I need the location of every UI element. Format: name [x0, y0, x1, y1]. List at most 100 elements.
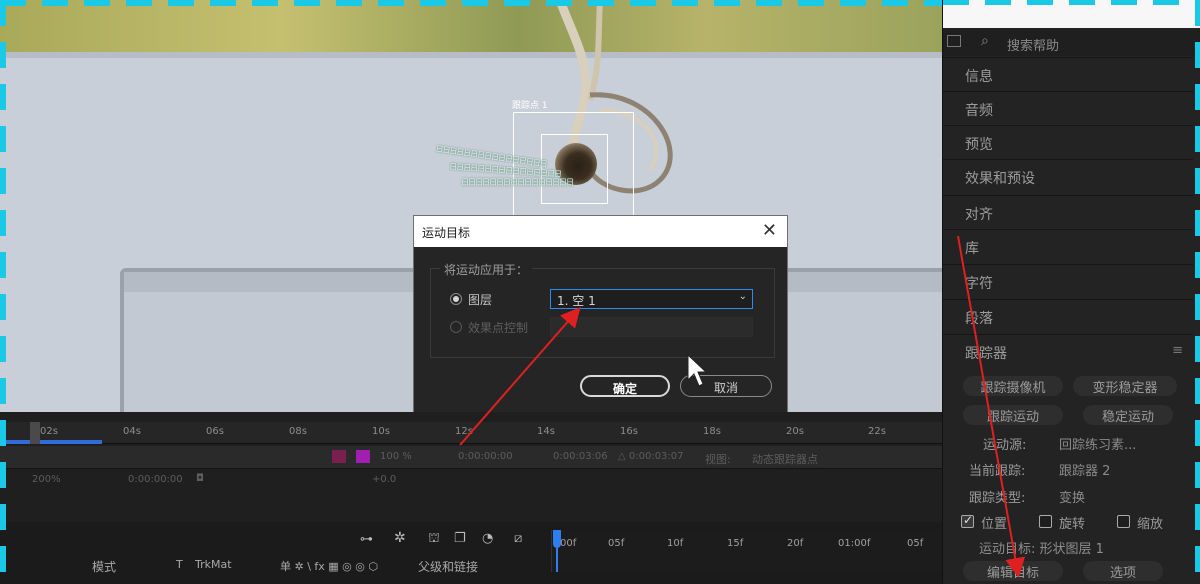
panel-paragraph[interactable]: 段落 [943, 299, 1193, 332]
panel-preview[interactable]: 预览 [943, 125, 1193, 158]
composition-flowchart-icon[interactable]: ⊶ [360, 532, 373, 547]
effect-point-option-label: 效果点控制 [468, 321, 529, 335]
ruler-tick: 16s [620, 426, 638, 437]
tracker-title: 跟踪器 [965, 346, 1007, 362]
track-type-value[interactable]: 变换 [1059, 487, 1085, 506]
tracker-label: 跟踪点 1 [512, 101, 548, 111]
cancel-button[interactable]: 取消 [680, 375, 772, 397]
layer-option-label: 图层 [468, 293, 493, 307]
frame-ruler[interactable] [551, 530, 942, 572]
view-select[interactable]: 动态跟踪器点 [752, 451, 818, 467]
options-button[interactable]: 选项 [1083, 561, 1163, 581]
rotation-checkbox[interactable] [1039, 515, 1052, 528]
playhead-marker[interactable] [30, 422, 40, 444]
zoom-select[interactable]: 200% [32, 474, 61, 485]
warp-stabilizer-button[interactable]: 变形稳定器 [1073, 376, 1177, 396]
end-time[interactable]: 0:00:03:06 [553, 451, 608, 462]
search-icon: ⌕ [981, 33, 989, 49]
position-checkbox[interactable] [961, 513, 974, 528]
timeline-panel: 02s 04s 06s 08s 10s 12s 14s 16s 18s 20s … [0, 412, 942, 584]
column-parent: 父级和链接 [418, 560, 479, 574]
edit-target-button[interactable]: 编辑目标 [963, 561, 1063, 581]
chevron-down-icon: ⌄ [738, 291, 747, 302]
current-track-value[interactable]: 跟踪器 2 [1059, 460, 1110, 479]
exposure-value[interactable]: +0.0 [372, 474, 396, 485]
dashed-frame-right [1195, 0, 1200, 584]
column-trkmat: TrkMat [195, 558, 232, 571]
panel-character[interactable]: 字符 [943, 264, 1193, 297]
column-switches: 单 ✲ \ fx ▦ ◎ ◎ ⬡ [280, 560, 378, 573]
color-swatch[interactable] [332, 450, 346, 463]
panel-effects-presets[interactable]: 效果和预设 [943, 159, 1193, 192]
close-icon[interactable]: ✕ [762, 220, 777, 241]
dialog-titlebar: 运动目标 ✕ [414, 216, 787, 247]
layer-select[interactable]: 1. 空 1 ⌄ [550, 289, 753, 309]
frame-tick: 05f [608, 538, 625, 549]
ruler-tick: 10s [372, 426, 390, 437]
draft-3d-icon[interactable]: ✲ [394, 530, 406, 546]
scale-label: 缩放 [1137, 517, 1164, 532]
viewer-info-strip: 100 % 0:00:00:00 0:00:03:06 △ 0:00:03:07… [0, 446, 942, 468]
playhead-line [556, 548, 558, 572]
frame-tick: 05f [907, 538, 924, 549]
start-time[interactable]: 0:00:00:00 [458, 451, 513, 462]
panel-align[interactable]: 对齐 [943, 195, 1193, 228]
track-camera-button[interactable]: 跟踪摄像机 [963, 376, 1063, 396]
frame-tick: 10f [667, 538, 684, 549]
panel-library[interactable]: 库 [943, 229, 1193, 262]
current-timecode[interactable]: 0:00:00:00 [128, 474, 183, 485]
work-area-bar[interactable] [0, 440, 102, 444]
ruler-tick: 20s [786, 426, 804, 437]
apply-motion-group [430, 268, 775, 358]
motion-target-dialog: 运动目标 ✕ 将运动应用于： 图层 1. 空 1 ⌄ 效果点控制 确定 取消 [413, 215, 788, 413]
motion-source-value[interactable]: 回踪练习素... [1059, 434, 1136, 453]
menu-icon[interactable]: ≡ [1172, 343, 1183, 358]
dashed-frame-top [0, 0, 942, 6]
ruler-tick: 02s [40, 426, 58, 437]
ruler-tick: 12s [455, 426, 473, 437]
panel-tracker-header[interactable]: 跟踪器 ≡ [943, 334, 1193, 370]
dashed-frame-left [0, 0, 6, 584]
track-motion-button[interactable]: 跟踪运动 [963, 405, 1063, 425]
radio-effect-point[interactable] [450, 321, 462, 333]
current-track-label: 当前跟踪: [969, 464, 1026, 479]
motion-blur-icon[interactable]: ◔ [482, 531, 493, 546]
scale-checkbox[interactable] [1117, 515, 1130, 528]
ruler-tick: 06s [206, 426, 224, 437]
frame-tick: 01:00f [838, 538, 871, 549]
stabilize-motion-button[interactable]: 稳定运动 [1083, 405, 1173, 425]
apply-motion-label: 将运动应用于： [440, 261, 533, 278]
motion-target-text: 运动目标: 形状图层 1 [979, 542, 1104, 557]
track-points-trail: 日日日日日日日日日日日日日日日日 日日日日日日日日日日日日日日日日 日日日日日日… [435, 144, 574, 186]
viewer-controls-strip: 200% 0:00:00:00 ◘ +0.0 [0, 468, 942, 490]
dialog-title: 运动目标 [422, 226, 471, 240]
shy-layers-icon[interactable]: ⛫ [428, 531, 440, 548]
workspace-icon[interactable] [947, 35, 961, 47]
percent-value: 100 % [380, 451, 412, 462]
right-panel: ⌕ 搜索帮助 信息 音频 预览 效果和预设 对齐 库 字符 段落 跟踪器 ≡ 跟… [942, 0, 1200, 584]
frame-tick: 00f [560, 538, 577, 549]
ruler-tick: 04s [123, 426, 141, 437]
effect-point-select [550, 317, 753, 337]
radio-layer[interactable] [450, 293, 462, 305]
column-t: T [176, 558, 183, 571]
ok-button[interactable]: 确定 [580, 375, 670, 397]
ruler-tick: 18s [703, 426, 721, 437]
camera-icon[interactable]: ◘ [196, 473, 204, 484]
ruler-tick: 14s [537, 426, 555, 437]
frame-tick: 15f [727, 538, 744, 549]
trail-row: 日日日日日日日日日日日日日日日日 [461, 178, 574, 187]
panel-info[interactable]: 信息 [943, 57, 1193, 90]
search-help-bar[interactable]: ⌕ 搜索帮助 [943, 30, 1200, 56]
dashed-frame-top [943, 0, 1200, 5]
layer-select-value: 1. 空 1 [557, 294, 596, 308]
panel-audio[interactable]: 音频 [943, 91, 1193, 124]
position-label: 位置 [981, 517, 1008, 532]
column-mode: 模式 [92, 560, 117, 574]
rotation-label: 旋转 [1059, 517, 1086, 532]
search-input[interactable]: 搜索帮助 [1007, 35, 1059, 54]
duration-time[interactable]: △ 0:00:03:07 [618, 451, 684, 462]
frame-blending-icon[interactable]: ❐ [454, 531, 466, 546]
color-swatch[interactable] [356, 450, 370, 463]
graph-editor-icon[interactable]: ⧄ [514, 531, 522, 546]
